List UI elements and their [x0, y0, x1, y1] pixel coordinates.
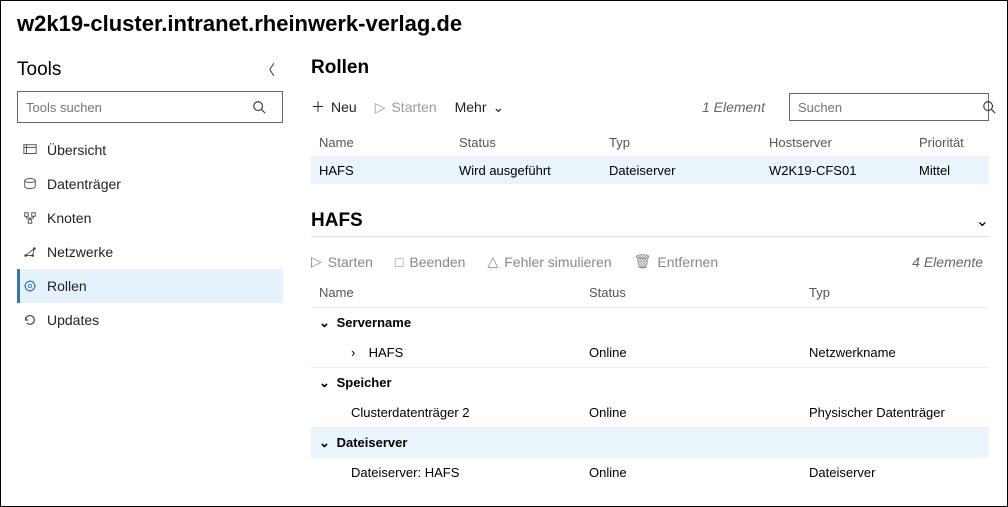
network-icon: [23, 245, 47, 259]
cell-status: Wird ausgeführt: [459, 163, 609, 178]
cell-name: › HAFS: [351, 345, 589, 360]
cell-name: Clusterdatenträger 2: [351, 405, 589, 420]
sidebar-item-nodes[interactable]: Knoten: [17, 201, 283, 235]
col-type[interactable]: Typ: [609, 135, 769, 150]
sidebar-item-label: Übersicht: [47, 142, 106, 158]
detail-table-header: Name Status Typ: [311, 278, 989, 307]
more-label: Mehr: [455, 99, 487, 115]
roles-toolbar: ＋ Neu ▷ Starten Mehr ⌄ 1 Element: [311, 93, 989, 121]
cell-type: Netzwerkname: [809, 345, 981, 360]
sidebar: Tools 〈 Übersicht Datenträger Knoten: [1, 43, 295, 504]
col-host[interactable]: Hostserver: [769, 135, 919, 150]
cell-status: Online: [589, 345, 809, 360]
detail-group[interactable]: ⌄ Dateiserver: [311, 427, 989, 458]
detail-group[interactable]: ⌄ Speicher: [311, 367, 989, 398]
roles-search[interactable]: [789, 93, 989, 121]
detail-stop-button[interactable]: □ Beenden: [395, 254, 466, 270]
col-name[interactable]: Name: [319, 135, 459, 150]
detail-count: 4 Elemente: [912, 254, 983, 270]
chevron-right-icon: ›: [351, 345, 365, 360]
sidebar-item-updates[interactable]: Updates: [17, 303, 283, 337]
stop-icon: □: [395, 254, 403, 270]
overview-icon: [23, 143, 47, 157]
collapse-detail-icon[interactable]: ⌄: [976, 211, 989, 231]
cell-priority: Mittel: [919, 163, 991, 178]
detail-section: HAFS ⌄ ▷ Starten □ Beenden △ Fehler simu…: [311, 210, 989, 487]
detail-heading: HAFS: [311, 210, 363, 232]
col-name[interactable]: Name: [319, 285, 589, 300]
col-status[interactable]: Status: [589, 285, 809, 300]
new-button[interactable]: ＋ Neu: [311, 97, 357, 117]
trash-icon: 🗑: [634, 253, 652, 270]
detail-group[interactable]: ⌄ Servername: [311, 307, 989, 338]
detail-toolbar: ▷ Starten □ Beenden △ Fehler simulieren …: [311, 253, 989, 270]
plus-icon: ＋: [311, 97, 325, 117]
sidebar-item-label: Netzwerke: [47, 244, 113, 260]
sidebar-item-networks[interactable]: Netzwerke: [17, 235, 283, 269]
sidebar-item-label: Updates: [47, 312, 99, 328]
cell-name: Dateiserver: HAFS: [351, 465, 589, 480]
start-label: Starten: [391, 99, 436, 115]
tools-search[interactable]: [17, 91, 283, 123]
sidebar-item-disks[interactable]: Datenträger: [17, 167, 283, 201]
col-status[interactable]: Status: [459, 135, 609, 150]
roles-table-header: Name Status Typ Hostserver Priorität: [311, 129, 989, 157]
more-button[interactable]: Mehr ⌄: [455, 99, 505, 116]
cell-type: Dateiserver: [609, 163, 769, 178]
roles-heading: Rollen: [311, 57, 989, 79]
play-icon: ▷: [311, 253, 322, 270]
tools-search-input[interactable]: [18, 100, 252, 115]
new-label: Neu: [331, 99, 357, 115]
collapse-sidebar-icon[interactable]: 〈: [261, 60, 279, 80]
roles-icon: [23, 279, 47, 293]
sidebar-item-label: Datenträger: [47, 176, 121, 192]
cell-type: Dateiserver: [809, 465, 981, 480]
detail-row: Dateiserver: HAFSOnlineDateiserver: [311, 458, 989, 487]
tools-nav: Übersicht Datenträger Knoten Netzwerke R…: [17, 133, 283, 337]
chevron-down-icon: ⌄: [493, 99, 505, 116]
cell-type: Physischer Datenträger: [809, 405, 981, 420]
page-title: w2k19-cluster.intranet.rheinwerk-verlag.…: [1, 1, 1007, 43]
col-priority[interactable]: Priorität: [919, 135, 991, 150]
search-icon[interactable]: [252, 100, 282, 114]
nodes-icon: [23, 211, 47, 225]
sidebar-item-overview[interactable]: Übersicht: [17, 133, 283, 167]
detail-simfail-button[interactable]: △ Fehler simulieren: [487, 253, 611, 270]
warning-icon: △: [487, 253, 498, 270]
roles-search-input[interactable]: [790, 100, 982, 115]
cell-status: Online: [589, 405, 809, 420]
chevron-down-icon: ⌄: [319, 315, 333, 331]
chevron-down-icon: ⌄: [319, 375, 333, 391]
sidebar-item-label: Rollen: [47, 278, 87, 294]
detail-row: Clusterdatenträger 2OnlinePhysischer Dat…: [311, 398, 989, 427]
search-icon[interactable]: [982, 100, 996, 114]
chevron-down-icon: ⌄: [319, 435, 333, 451]
disk-icon: [23, 177, 47, 191]
tools-heading: Tools: [17, 59, 61, 81]
cell-host: W2K19-CFS01: [769, 163, 919, 178]
col-type[interactable]: Typ: [809, 285, 981, 300]
cell-name: HAFS: [319, 163, 459, 178]
main-panel: Rollen ＋ Neu ▷ Starten Mehr ⌄ 1 Element: [295, 43, 1007, 504]
play-icon: ▷: [375, 99, 386, 116]
roles-count: 1 Element: [702, 99, 765, 115]
cell-status: Online: [589, 465, 809, 480]
detail-start-button[interactable]: ▷ Starten: [311, 253, 373, 270]
detail-remove-button[interactable]: 🗑 Entfernen: [634, 253, 719, 270]
detail-row[interactable]: › HAFSOnlineNetzwerkname: [311, 338, 989, 367]
start-button[interactable]: ▷ Starten: [375, 99, 437, 116]
updates-icon: [23, 313, 47, 327]
sidebar-item-roles[interactable]: Rollen: [17, 269, 283, 303]
roles-table-row[interactable]: HAFS Wird ausgeführt Dateiserver W2K19-C…: [311, 157, 989, 184]
sidebar-item-label: Knoten: [47, 210, 91, 226]
